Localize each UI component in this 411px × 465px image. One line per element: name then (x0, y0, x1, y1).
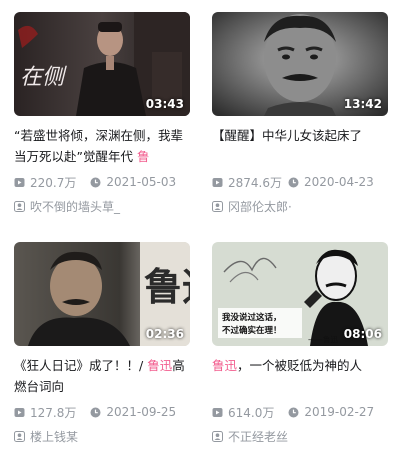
video-duration: 02:36 (145, 327, 184, 341)
video-title[interactable]: “若盛世将倾，深渊在侧，我辈当万死以赴”觉醒年代 鲁 (14, 125, 190, 167)
uploader-icon (212, 430, 223, 442)
video-thumbnail[interactable]: 我没说过这话， 不过确实在理！ ——鲁迅 08:06 (212, 242, 388, 346)
play-count-icon (14, 407, 25, 417)
video-card[interactable]: 13:42 【醒醒】中华儿女该起床了 2874.6万 2020-04-23 冈部… (212, 12, 388, 214)
thumbnail-caption: 不过确实在理！ (222, 325, 282, 336)
uploader-link[interactable]: 吹不倒的墙头草_ (14, 198, 190, 214)
clock-icon (90, 177, 101, 187)
video-result-grid: 在侧 03:43 “若盛世将倾，深渊在侧，我辈当万死以赴”觉醒年代 鲁 220.… (0, 0, 411, 465)
view-count: 127.8万 (30, 405, 77, 420)
video-thumbnail[interactable]: 在侧 03:43 (14, 12, 190, 116)
publish-date: 2020-04-23 (304, 175, 374, 189)
video-title-text: 【醒醒】中华儿女该起床了 (212, 128, 363, 143)
view-count: 220.7万 (30, 175, 77, 190)
uploader-name: 吹不倒的墙头草_ (30, 199, 121, 214)
video-title[interactable]: 鲁迅，一个被贬低为神的人 (212, 355, 388, 397)
thumbnail-calligraphy: 鲁迅 (144, 264, 190, 309)
publish-date: 2021-09-25 (106, 405, 177, 419)
video-title[interactable]: 《狂人日记》成了！！/ 鲁迅高燃台词向 (14, 355, 190, 397)
video-thumbnail[interactable]: 鲁迅 02:36 (14, 242, 190, 346)
video-card[interactable]: 我没说过这话， 不过确实在理！ ——鲁迅 08:06 鲁迅，一个被贬低为神的人 … (212, 242, 388, 444)
thumbnail-calligraphy: 在侧 (20, 65, 67, 90)
video-stats: 2874.6万 2020-04-23 (212, 174, 388, 190)
video-title-text: “若盛世将倾，深渊在侧，我辈当万死以赴”觉醒年代 (14, 128, 183, 164)
video-stats: 220.7万 2021-05-03 (14, 174, 190, 190)
play-count-icon (14, 177, 25, 187)
play-count-icon (212, 177, 223, 187)
video-thumbnail[interactable]: 13:42 (212, 12, 388, 116)
clock-icon (288, 177, 299, 187)
video-duration: 13:42 (343, 97, 382, 111)
video-duration: 03:43 (145, 97, 184, 111)
video-card[interactable]: 在侧 03:43 “若盛世将倾，深渊在侧，我辈当万死以赴”觉醒年代 鲁 220.… (14, 12, 190, 214)
clock-icon (288, 407, 299, 417)
view-count: 2874.6万 (228, 175, 282, 190)
uploader-link[interactable]: 冈部伦太郎· (212, 198, 388, 214)
uploader-icon (14, 430, 25, 442)
keyword-highlight: 鲁迅 (212, 358, 238, 373)
uploader-link[interactable]: 楼上钱某 (14, 428, 190, 444)
video-title-text: 《狂人日记》成了！！/ (14, 358, 148, 373)
uploader-name: 冈部伦太郎· (228, 199, 292, 214)
video-title-text: ，一个被贬低为神的人 (237, 358, 363, 373)
view-count: 614.0万 (228, 405, 275, 420)
uploader-link[interactable]: 不正经老丝 (212, 428, 388, 444)
keyword-highlight: 鲁 (136, 149, 150, 164)
clock-icon (90, 407, 101, 417)
video-title[interactable]: 【醒醒】中华儿女该起床了 (212, 125, 388, 167)
publish-date: 2021-05-03 (106, 175, 177, 189)
thumbnail-signature: ——鲁迅 (308, 334, 338, 344)
uploader-icon (212, 200, 223, 212)
publish-date: 2019-02-27 (304, 405, 375, 419)
video-stats: 127.8万 2021-09-25 (14, 404, 190, 420)
video-stats: 614.0万 2019-02-27 (212, 404, 388, 420)
uploader-name: 不正经老丝 (228, 429, 289, 444)
thumbnail-caption: 我没说过这话， (222, 312, 282, 323)
video-card[interactable]: 鲁迅 02:36 《狂人日记》成了！！/ 鲁迅高燃台词向 127.8万 2021… (14, 242, 190, 444)
keyword-highlight: 鲁迅 (147, 358, 173, 373)
uploader-icon (14, 200, 25, 212)
play-count-icon (212, 407, 223, 417)
uploader-name: 楼上钱某 (30, 429, 79, 444)
video-duration: 08:06 (343, 327, 382, 341)
